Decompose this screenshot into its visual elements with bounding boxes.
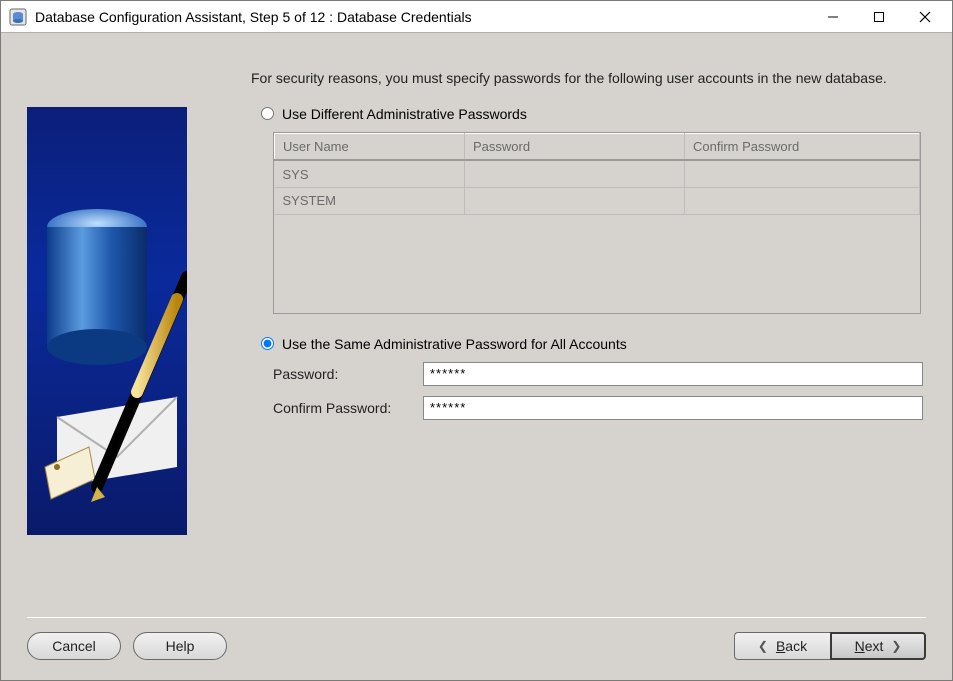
radio-different-label: Use Different Administrative Passwords [282,106,527,122]
cell-user: SYS [275,160,465,187]
minimize-button[interactable] [810,2,856,32]
window-root: Database Configuration Assistant, Step 5… [0,0,953,681]
intro-text: For security reasons, you must specify p… [251,69,911,88]
same-password-fields: Password: Confirm Password: [273,362,926,420]
main-panel: For security reasons, you must specify p… [251,69,926,603]
col-header-password: Password [465,133,685,160]
password-label: Password: [273,366,423,382]
titlebar: Database Configuration Assistant, Step 5… [1,1,952,33]
col-header-user: User Name [275,133,465,160]
cell-confirm[interactable] [685,160,920,187]
wizard-sidebar [27,69,187,603]
radio-different-input[interactable] [261,107,274,120]
help-button[interactable]: Help [133,632,227,660]
radio-same-password[interactable]: Use the Same Administrative Password for… [261,336,926,352]
sidebar-illustration [27,107,187,535]
table-row: SYS [275,160,920,187]
help-label: Help [166,638,195,654]
chevron-right-icon: ❯ [891,639,901,653]
next-button[interactable]: Next ❯ [830,632,926,660]
cancel-button[interactable]: Cancel [27,632,121,660]
window-controls [810,2,948,32]
back-button[interactable]: ❮ Back [734,632,830,660]
app-icon [9,8,27,26]
table-header-row: User Name Password Confirm Password [275,133,920,160]
cancel-label: Cancel [52,638,96,654]
footer: Cancel Help ❮ Back Next ❯ [1,632,952,680]
next-label: Next [855,638,884,654]
close-button[interactable] [902,2,948,32]
cell-password[interactable] [465,187,685,214]
back-label: Back [776,638,807,654]
radio-same-label: Use the Same Administrative Password for… [282,336,627,352]
radio-different-passwords[interactable]: Use Different Administrative Passwords [261,106,926,122]
maximize-button[interactable] [856,2,902,32]
body-area: For security reasons, you must specify p… [1,33,952,613]
chevron-left-icon: ❮ [758,639,768,653]
password-row: Password: [273,362,926,386]
client-area: For security reasons, you must specify p… [1,33,952,680]
table-row: SYSTEM [275,187,920,214]
separator [27,617,926,618]
cell-password[interactable] [465,160,685,187]
confirm-label: Confirm Password: [273,400,423,416]
window-title: Database Configuration Assistant, Step 5… [35,9,810,25]
confirm-row: Confirm Password: [273,396,926,420]
col-header-confirm: Confirm Password [685,133,920,160]
cell-confirm[interactable] [685,187,920,214]
confirm-password-input[interactable] [423,396,923,420]
cell-user: SYSTEM [275,187,465,214]
accounts-table: User Name Password Confirm Password SYS [273,132,921,314]
radio-same-input[interactable] [261,337,274,350]
password-input[interactable] [423,362,923,386]
